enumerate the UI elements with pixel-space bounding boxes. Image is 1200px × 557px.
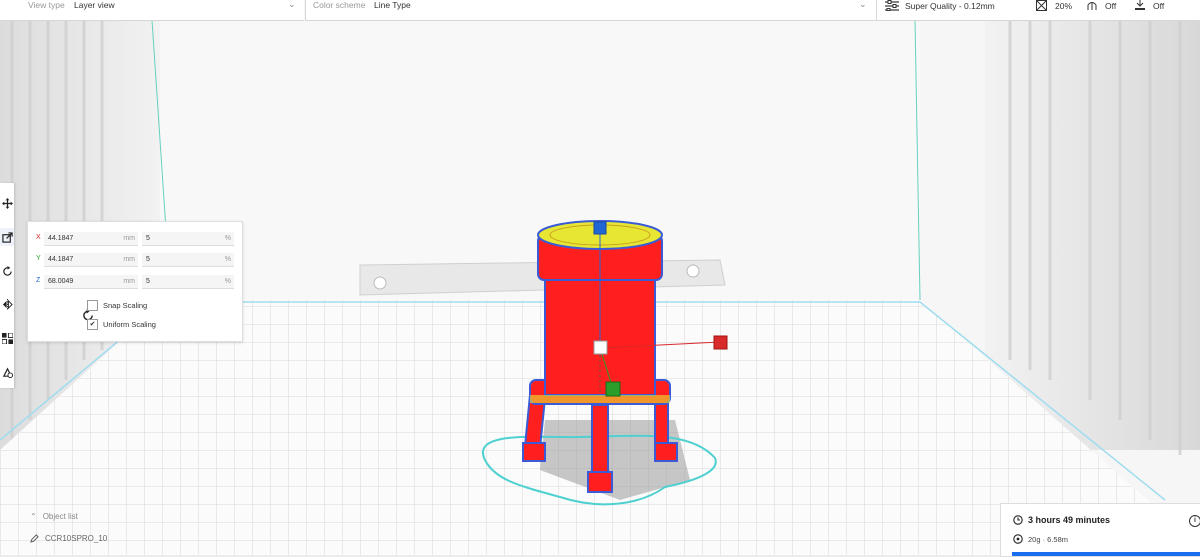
print-info-panel: 3 hours 49 minutes i 20g · 6.58m [1000,503,1200,557]
per-model-settings-icon [1,332,13,344]
uniform-scaling-label: Uniform Scaling [103,320,156,329]
adhesion-value: Off [1153,0,1165,11]
chevron-down-icon: ⌄ [859,0,867,9]
scale-panel: X 44.1847 mm 5 % Y 44.1847 mm 5 % Z 68.0… [27,221,243,342]
x-axis-handle [713,335,728,350]
scale-z-percent-input[interactable]: 5 % [142,275,234,289]
infill-value: 20% [1055,0,1073,11]
support-blocker-tool[interactable] [0,363,14,381]
clock-icon [1013,515,1023,525]
object-list-toggle[interactable]: ⌃ Object list [30,512,78,521]
color-scheme-label: Color scheme [313,0,366,10]
pencil-icon [30,534,39,543]
y-axis-handle [605,381,621,397]
support-value: Off [1105,0,1117,11]
scale-y-percent-input[interactable]: 5 % [142,253,234,267]
view-type-label: View type [28,0,65,10]
print-time: 3 hours 49 minutes [1028,515,1111,525]
slice-progress-bar [1012,552,1200,556]
scale-y-percent-value: 5 [146,256,150,263]
infill-setting[interactable]: 20% [1035,0,1072,11]
center-handle [593,340,608,355]
view-type-selector[interactable]: View type Layer view ⌄ [0,0,304,21]
scale-x-percent-input[interactable]: 5 % [142,232,234,246]
object-list-title: Object list [42,512,78,521]
checkmark-icon: ✔ [87,319,98,330]
infill-icon [1036,0,1047,11]
z-axis-handle [593,221,607,235]
scale-row-y: Y 44.1847 mm 5 % [28,253,242,267]
spool-icon [1013,534,1023,544]
color-scheme-value: Line Type [374,0,411,10]
machine-name-row[interactable]: CCR10SPRO_10 [30,534,107,543]
rotate-tool[interactable] [0,262,14,280]
snap-scaling-checkbox[interactable]: Snap Scaling [87,300,147,311]
material-usage-row: 20g · 6.58m [1013,534,1068,544]
axis-label-x: X [36,234,41,241]
adhesion-icon [1135,0,1145,10]
chevron-up-icon: ⌃ [30,512,37,521]
scale-z-mm-value: 68.0049 [48,278,74,285]
chevron-down-icon: ⌄ [288,0,296,9]
scale-y-mm-value: 44.1847 [48,256,74,263]
print-time-row: 3 hours 49 minutes [1013,515,1110,525]
support-icon [1087,2,1097,10]
move-icon [1,197,13,209]
scale-x-percent-value: 5 [146,235,150,242]
percent-unit: % [224,235,231,242]
uniform-scaling-checkbox[interactable]: ✔ Uniform Scaling [87,319,156,330]
per-model-settings-tool[interactable] [0,329,14,347]
left-toolbar [0,183,14,388]
profile-name: Super Quality - 0.12mm [905,0,995,11]
move-tool[interactable] [0,194,14,212]
machine-name: CCR10SPRO_10 [45,534,108,543]
mm-unit: mm [123,235,135,242]
scale-z-mm-input[interactable]: 68.0049 mm [44,275,138,289]
scale-x-mm-input[interactable]: 44.1847 mm [44,232,138,246]
scale-row-z: Z 68.0049 mm 5 % [28,275,242,289]
scale-z-percent-value: 5 [146,278,150,285]
snap-scaling-label: Snap Scaling [103,301,148,310]
scale-icon [1,231,13,243]
axis-label-z: Z [36,277,41,284]
support-blocker-icon [2,367,13,378]
view-type-value: Layer view [74,0,115,10]
adhesion-setting[interactable]: Off [1133,0,1164,11]
percent-unit: % [224,278,231,285]
mirror-icon [2,298,13,310]
rotate-icon [2,265,12,276]
checkbox-unchecked [87,300,98,311]
mm-unit: mm [123,256,135,263]
scale-y-mm-input[interactable]: 44.1847 mm [44,253,138,267]
profile-selector[interactable]: Super Quality - 0.12mm [885,0,995,11]
mm-unit: mm [123,278,135,285]
scale-tool[interactable] [0,228,14,246]
percent-unit: % [224,256,231,263]
sliders-icon [885,0,899,11]
color-scheme-selector[interactable]: Color scheme Line Type ⌄ [305,0,876,21]
material-usage: 20g · 6.58m [1028,534,1069,544]
scale-x-mm-value: 44.1847 [48,235,74,242]
print-settings-bar[interactable]: Super Quality - 0.12mm 20% Off Off [876,0,1200,21]
mirror-tool[interactable] [0,295,14,313]
info-icon[interactable]: i [1189,515,1200,527]
scale-row-x: X 44.1847 mm 5 % [28,232,242,246]
support-setting[interactable]: Off [1085,0,1116,11]
axis-label-y: Y [36,255,41,262]
